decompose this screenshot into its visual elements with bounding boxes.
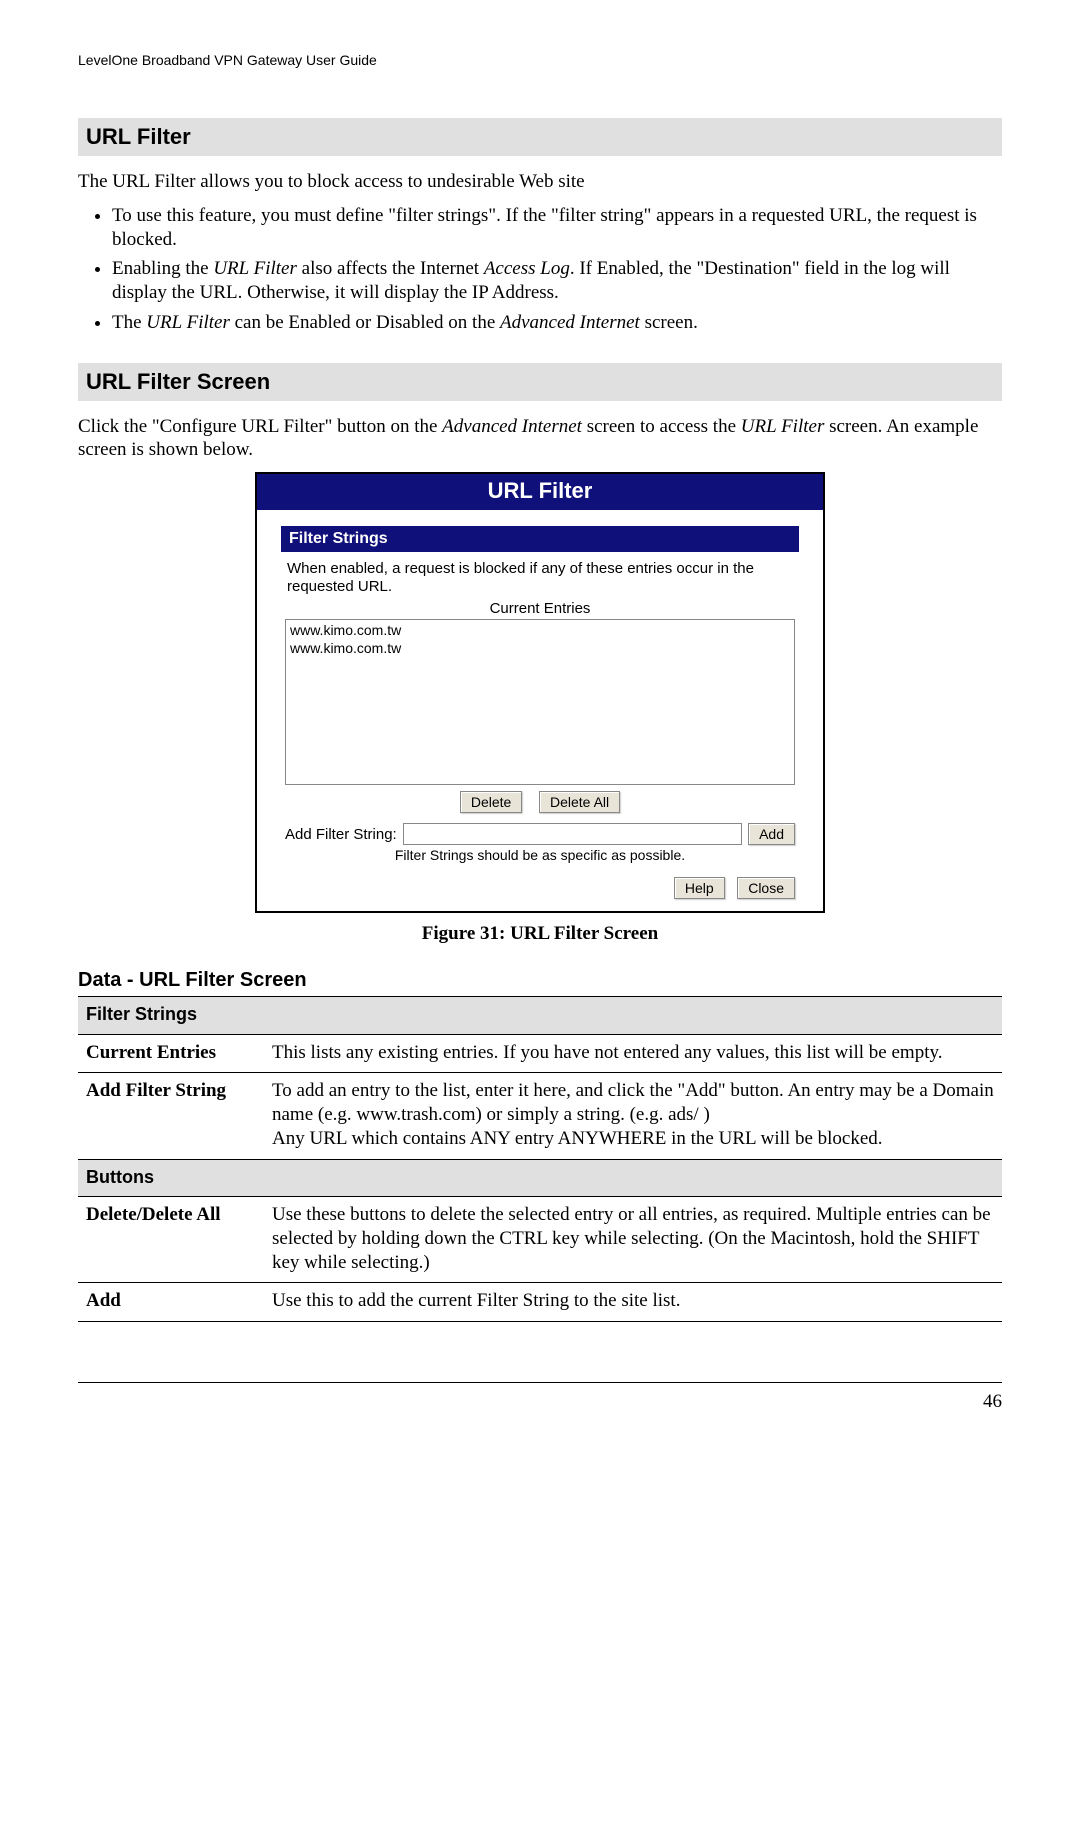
row-add-text: Use this to add the current Filter Strin… bbox=[264, 1283, 1002, 1322]
bullet-list-1: To use this feature, you must define "fi… bbox=[78, 204, 1002, 335]
data-heading: Data - URL Filter Screen bbox=[78, 969, 1002, 992]
bullet-1: To use this feature, you must define "fi… bbox=[112, 204, 1002, 252]
intro-text: The URL Filter allows you to block acces… bbox=[78, 170, 1002, 194]
row-add-label: Add bbox=[78, 1283, 264, 1322]
section-url-filter-screen: URL Filter Screen bbox=[78, 363, 1002, 401]
row-add-filter-label: Add Filter String bbox=[78, 1073, 264, 1159]
row-current-entries-text: This lists any existing entries. If you … bbox=[264, 1034, 1002, 1073]
page-header: LevelOne Broadband VPN Gateway User Guid… bbox=[78, 52, 1002, 68]
row-delete-label: Delete/Delete All bbox=[78, 1197, 264, 1283]
add-filter-label: Add Filter String: bbox=[285, 826, 397, 843]
page-number: 46 bbox=[78, 1382, 1002, 1413]
figure-caption: Figure 31: URL Filter Screen bbox=[78, 923, 1002, 945]
router-subhead: Filter Strings bbox=[281, 526, 799, 552]
bullet-3: The URL Filter can be Enabled or Disable… bbox=[112, 311, 1002, 335]
row-current-entries-label: Current Entries bbox=[78, 1034, 264, 1073]
router-screenshot: URL Filter Filter Strings When enabled, … bbox=[255, 472, 825, 913]
close-button[interactable]: Close bbox=[737, 877, 795, 899]
add-filter-input[interactable] bbox=[403, 823, 742, 845]
section-url-filter: URL Filter bbox=[78, 118, 1002, 156]
router-title: URL Filter bbox=[257, 474, 823, 510]
row-add-filter-text: To add an entry to the list, enter it he… bbox=[264, 1073, 1002, 1159]
filter-hint: Filter Strings should be as specific as … bbox=[281, 847, 799, 863]
list-item[interactable]: www.kimo.com.tw bbox=[290, 640, 790, 658]
group-filter-strings: Filter Strings bbox=[78, 997, 1002, 1035]
delete-button[interactable]: Delete bbox=[460, 791, 522, 813]
list-item[interactable]: www.kimo.com.tw bbox=[290, 622, 790, 640]
row-delete-text: Use these buttons to delete the selected… bbox=[264, 1197, 1002, 1283]
current-entries-label: Current Entries bbox=[281, 600, 799, 617]
section2-para: Click the "Configure URL Filter" button … bbox=[78, 415, 1002, 463]
router-desc: When enabled, a request is blocked if an… bbox=[287, 560, 795, 596]
add-button[interactable]: Add bbox=[748, 823, 795, 845]
group-buttons: Buttons bbox=[78, 1159, 1002, 1197]
data-table: Filter Strings Current Entries This list… bbox=[78, 996, 1002, 1322]
delete-all-button[interactable]: Delete All bbox=[539, 791, 620, 813]
help-button[interactable]: Help bbox=[674, 877, 725, 899]
bullet-2: Enabling the URL Filter also affects the… bbox=[112, 257, 1002, 305]
entries-listbox[interactable]: www.kimo.com.tw www.kimo.com.tw bbox=[285, 619, 795, 785]
